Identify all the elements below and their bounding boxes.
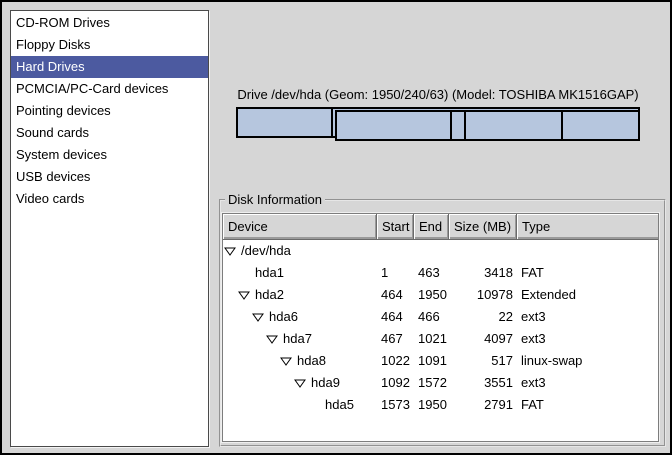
device-cell: hda6 (223, 306, 377, 328)
device-name: hda9 (311, 372, 340, 394)
tree-indent (224, 405, 308, 406)
disk-table-body: /dev/hdahda114633418FAThda2464195010978E… (223, 240, 658, 416)
tree-expander-icon[interactable] (224, 247, 241, 256)
device-name: hda7 (283, 328, 312, 350)
type-cell: Extended (517, 284, 659, 306)
partition-divider-primary (331, 107, 333, 138)
size-cell: 3551 (449, 372, 517, 394)
device-cell: hda2 (223, 284, 377, 306)
table-row-hda9[interactable]: hda9 109215723551ext3 (223, 372, 658, 394)
end-cell: 1950 (414, 284, 449, 306)
column-header-type[interactable]: Type (517, 214, 659, 240)
table-row-hda1[interactable]: hda1 14633418FAT (223, 262, 658, 284)
disk-information-table: DeviceStartEndSize (MB)Type /dev/hdahda1… (222, 213, 659, 442)
tree-indent (224, 361, 280, 362)
device-cell: hda9 (223, 372, 377, 394)
size-cell: 2791 (449, 394, 517, 416)
start-cell (377, 240, 414, 262)
device-name: /dev/hda (241, 240, 291, 262)
sidebar-item-pointing-devices[interactable]: Pointing devices (11, 100, 208, 122)
size-cell: 3418 (449, 262, 517, 284)
end-cell: 1572 (414, 372, 449, 394)
size-cell (449, 240, 517, 262)
tree-indent (224, 383, 294, 384)
device-cell: hda5 (223, 394, 377, 416)
type-cell (517, 240, 659, 262)
device-name: hda6 (269, 306, 298, 328)
partition-divider-logical-0 (450, 112, 452, 139)
table-row-hda5[interactable]: hda5 157319502791FAT (223, 394, 658, 416)
type-cell: ext3 (517, 372, 659, 394)
start-cell: 1 (377, 262, 414, 284)
tree-expander-icon[interactable] (294, 379, 311, 388)
start-cell: 467 (377, 328, 414, 350)
column-header-device[interactable]: Device (223, 214, 377, 240)
end-cell: 466 (414, 306, 449, 328)
partition-divider-logical-1 (464, 112, 466, 139)
sidebar-item-pcmcia-pc-card-devices[interactable]: PCMCIA/PC-Card devices (11, 78, 208, 100)
device-name: hda5 (325, 394, 354, 416)
tree-indent (224, 317, 252, 318)
column-header-start[interactable]: Start (377, 214, 414, 240)
device-category-list[interactable]: CD-ROM DrivesFloppy DisksHard DrivesPCMC… (10, 10, 209, 447)
device-cell: hda7 (223, 328, 377, 350)
start-cell: 1092 (377, 372, 414, 394)
end-cell (414, 240, 449, 262)
tree-expander-icon[interactable] (280, 357, 297, 366)
size-cell: 22 (449, 306, 517, 328)
end-cell: 1950 (414, 394, 449, 416)
tree-expander-icon[interactable] (266, 335, 283, 344)
type-cell: FAT (517, 262, 659, 284)
type-cell: ext3 (517, 306, 659, 328)
start-cell: 1022 (377, 350, 414, 372)
start-cell: 1573 (377, 394, 414, 416)
end-cell: 463 (414, 262, 449, 284)
end-cell: 1021 (414, 328, 449, 350)
sidebar-item-video-cards[interactable]: Video cards (11, 188, 208, 210)
device-name: hda1 (255, 262, 284, 284)
hardware-browser-window: CD-ROM DrivesFloppy DisksHard DrivesPCMC… (0, 0, 672, 455)
table-row--dev-hda[interactable]: /dev/hda (223, 240, 658, 262)
device-cell: hda8 (223, 350, 377, 372)
size-cell: 4097 (449, 328, 517, 350)
tree-indent (224, 295, 238, 296)
device-cell: /dev/hda (223, 240, 377, 262)
size-cell: 517 (449, 350, 517, 372)
start-cell: 464 (377, 306, 414, 328)
partition-bar (236, 107, 640, 147)
device-name: hda2 (255, 284, 284, 306)
type-cell: linux-swap (517, 350, 659, 372)
partition-segment-extended (335, 110, 640, 141)
table-row-hda6[interactable]: hda6 46446622ext3 (223, 306, 658, 328)
table-row-hda7[interactable]: hda7 46710214097ext3 (223, 328, 658, 350)
column-header-end[interactable]: End (414, 214, 449, 240)
sidebar-item-usb-devices[interactable]: USB devices (11, 166, 208, 188)
tree-indent (224, 273, 238, 274)
end-cell: 1091 (414, 350, 449, 372)
device-cell: hda1 (223, 262, 377, 284)
sidebar-item-sound-cards[interactable]: Sound cards (11, 122, 208, 144)
table-row-hda2[interactable]: hda2 464195010978Extended (223, 284, 658, 306)
table-row-hda8[interactable]: hda8 10221091517linux-swap (223, 350, 658, 372)
size-cell: 10978 (449, 284, 517, 306)
device-name: hda8 (297, 350, 326, 372)
drive-geometry-label: Drive /dev/hda (Geom: 1950/240/63) (Mode… (236, 87, 640, 102)
column-header-size-mb-[interactable]: Size (MB) (449, 214, 517, 240)
type-cell: ext3 (517, 328, 659, 350)
tree-expander-icon[interactable] (252, 313, 269, 322)
disk-information-legend: Disk Information (225, 192, 325, 207)
start-cell: 464 (377, 284, 414, 306)
type-cell: FAT (517, 394, 659, 416)
sidebar-item-floppy-disks[interactable]: Floppy Disks (11, 34, 208, 56)
tree-indent (224, 339, 266, 340)
sidebar-item-cd-rom-drives[interactable]: CD-ROM Drives (11, 12, 208, 34)
sidebar-item-hard-drives[interactable]: Hard Drives (11, 56, 208, 78)
partition-divider-logical-2 (561, 112, 563, 139)
tree-expander-icon[interactable] (238, 291, 255, 300)
disk-table-header: DeviceStartEndSize (MB)Type (223, 214, 658, 240)
sidebar-item-system-devices[interactable]: System devices (11, 144, 208, 166)
